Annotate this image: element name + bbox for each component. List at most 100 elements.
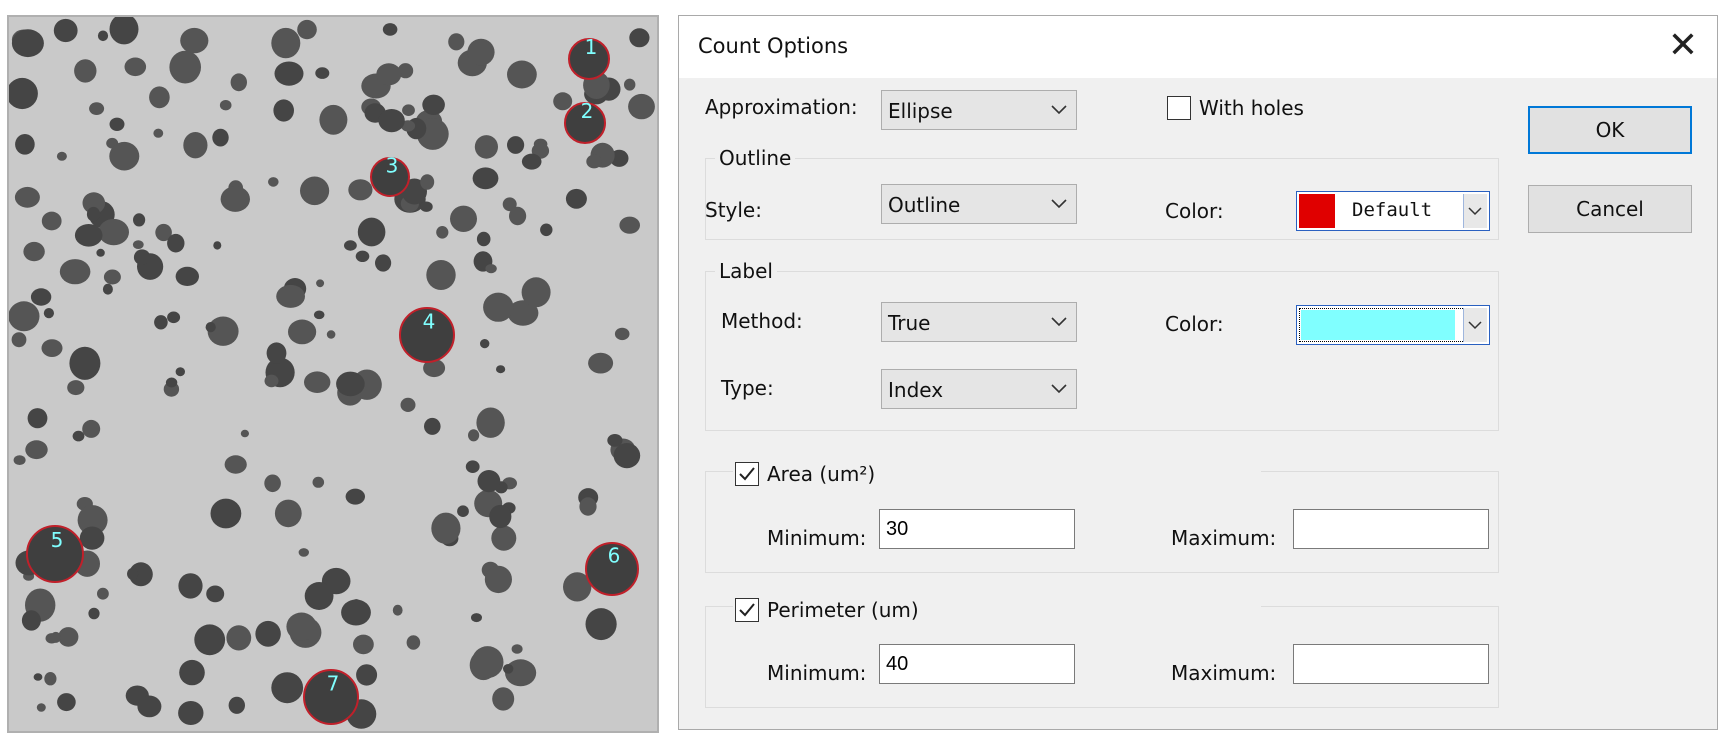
particle <box>137 695 162 718</box>
particle <box>255 620 281 647</box>
counted-particle: 6 <box>585 542 639 596</box>
cancel-button[interactable]: Cancel <box>1528 185 1692 233</box>
method-label: Method: <box>721 309 803 333</box>
method-select[interactable]: True <box>881 302 1077 342</box>
particle <box>206 585 225 603</box>
particle <box>465 460 480 474</box>
outline-color-picker[interactable]: Default <box>1296 191 1490 231</box>
particle <box>41 211 62 231</box>
particle-index-label: 3 <box>386 153 399 177</box>
particle <box>57 693 76 712</box>
outline-color-dropdown[interactable] <box>1463 194 1487 228</box>
perimeter-checkbox[interactable] <box>735 598 759 622</box>
particle <box>30 288 52 306</box>
checkmark-icon <box>739 467 755 481</box>
particle <box>521 277 551 308</box>
particle <box>480 339 490 349</box>
particle <box>402 104 415 116</box>
with-holes-checkbox[interactable] <box>1167 96 1191 120</box>
particle <box>268 177 279 187</box>
particle-blobs <box>9 17 655 729</box>
counted-particle: 5 <box>26 525 84 583</box>
particle <box>274 61 304 86</box>
particle <box>178 573 203 599</box>
particle <box>175 367 185 377</box>
perimeter-minimum-input[interactable] <box>879 644 1075 684</box>
particle <box>89 102 105 115</box>
approximation-select[interactable]: Ellipse <box>881 90 1077 130</box>
label-color-dropdown[interactable] <box>1463 308 1487 342</box>
particle <box>629 28 650 48</box>
type-label: Type: <box>721 376 774 400</box>
particle <box>357 217 386 247</box>
particle <box>53 18 78 43</box>
particle <box>264 474 281 493</box>
particle <box>154 315 168 330</box>
particle <box>220 186 250 212</box>
particle <box>420 201 433 212</box>
type-select[interactable]: Index <box>881 369 1077 409</box>
particle <box>553 92 573 111</box>
particle <box>420 174 435 190</box>
particle <box>224 455 247 474</box>
particle <box>276 284 305 308</box>
particle <box>298 548 309 557</box>
particle <box>288 319 317 345</box>
particle <box>97 587 109 600</box>
particle <box>483 292 514 322</box>
particle <box>82 419 101 438</box>
particle <box>422 94 445 116</box>
area-check-label: Area (um²) <box>767 462 876 486</box>
particle <box>43 308 55 319</box>
particle <box>613 443 641 469</box>
particle-image: 1 2 3 4 5 6 7 <box>9 17 655 729</box>
particle <box>98 218 129 246</box>
particle <box>471 613 482 623</box>
area-checkbox[interactable] <box>735 462 759 486</box>
particle <box>472 167 499 190</box>
style-value: Outline <box>888 193 961 217</box>
particle <box>59 259 91 285</box>
particle <box>345 488 365 505</box>
particle <box>132 240 144 250</box>
particle <box>628 93 655 120</box>
particle <box>102 283 113 295</box>
particle <box>15 134 35 155</box>
particle <box>376 63 402 86</box>
particle <box>103 269 121 285</box>
area-minimum-input[interactable] <box>879 509 1075 549</box>
style-select[interactable]: Outline <box>881 184 1077 224</box>
chevron-down-icon <box>1468 321 1482 330</box>
particle <box>436 226 449 239</box>
counted-particle: 3 <box>370 153 410 197</box>
close-button[interactable]: ✕ <box>1661 26 1705 66</box>
method-value: True <box>888 311 931 335</box>
particle <box>133 213 146 227</box>
label-color-picker[interactable] <box>1296 305 1490 345</box>
counted-particle: 7 <box>303 669 359 725</box>
particle <box>194 624 226 656</box>
particle <box>25 440 48 460</box>
title-bar: Count Options ✕ <box>679 16 1717 78</box>
particle <box>79 526 105 550</box>
particle <box>426 260 456 290</box>
area-minimum-label: Minimum: <box>767 526 867 550</box>
perimeter-maximum-input[interactable] <box>1293 644 1489 684</box>
particle <box>67 380 85 396</box>
particle <box>588 352 614 374</box>
particle-index-label: 6 <box>608 544 621 568</box>
ok-button[interactable]: OK <box>1528 106 1692 154</box>
counted-particle: 4 <box>399 307 455 363</box>
particle <box>585 608 617 641</box>
particle <box>9 77 38 110</box>
label-group <box>705 271 1499 431</box>
particle <box>9 301 40 332</box>
particle <box>356 664 378 686</box>
particle <box>496 365 506 374</box>
particle <box>41 339 63 357</box>
area-maximum-input[interactable] <box>1293 509 1489 549</box>
particle <box>124 57 147 77</box>
particle <box>400 397 416 412</box>
particle <box>56 151 67 161</box>
particle <box>14 186 40 208</box>
